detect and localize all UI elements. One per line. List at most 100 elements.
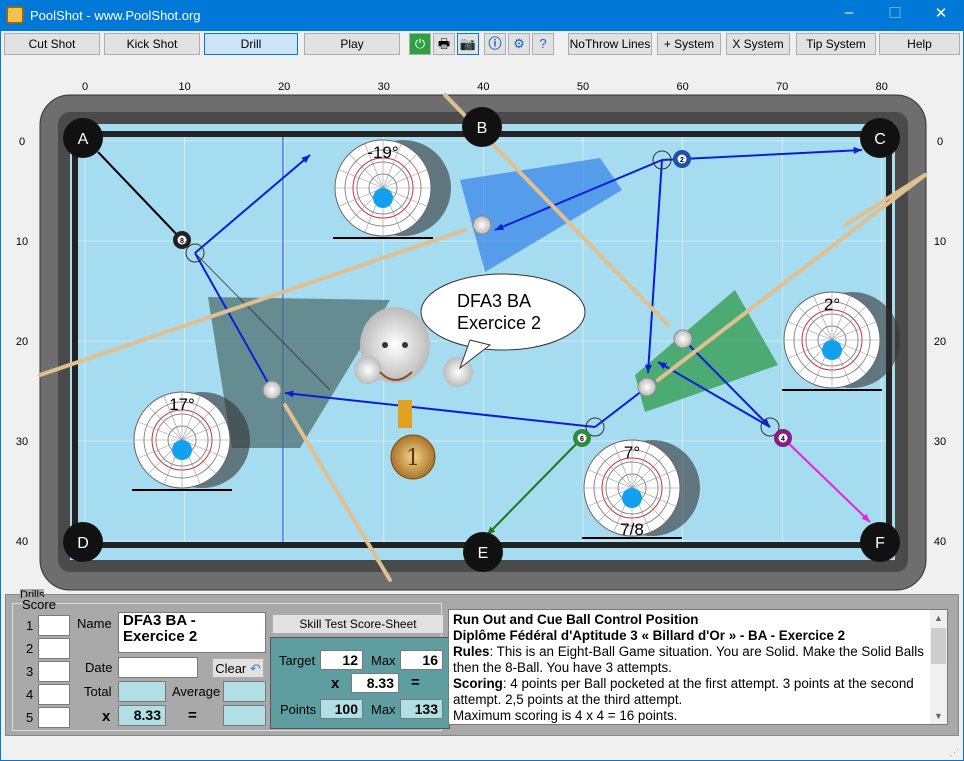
axis-label-left: 20 [16,336,28,348]
attempt-number: 5 [26,710,34,725]
title-bar: PoolShot - www.PoolShot.org – ☐ ✕ [0,0,964,31]
cue-ball [637,377,657,397]
axis-label-right: 10 [934,236,946,248]
pocket-label: D [77,535,89,552]
bubble-line-2: Exercice 2 [457,313,541,333]
attempt-score-field[interactable] [38,638,70,659]
scrollbar-thumb[interactable] [931,628,946,664]
attempt-number: 3 [26,664,34,679]
ball-number: 2 [680,157,684,164]
play-button[interactable]: Play [304,33,400,55]
tip-contact-point [822,340,842,360]
description-scrollbar[interactable]: ▲ ▼ [930,610,947,724]
pool-table[interactable]: 010♦♦20♦♦30♦♦4050♦♦60♦♦70♦♦8000101020203… [1,58,963,618]
x-system-button[interactable]: X System [726,33,790,55]
sheet-multiplier-field[interactable]: 8.33 [351,673,399,693]
medal-number: 1 [406,446,420,471]
description-subtitle: Diplôme Fédéral d'Aptitude 3 « Billard d… [453,628,846,643]
spin-diagram: 17° [132,391,250,491]
axis-label-right: 0 [937,136,943,148]
multiplier-field: 8.33 [118,705,166,726]
help-button[interactable]: Help [879,33,960,55]
tip-contact-point [172,440,192,460]
x-symbol: x [102,708,111,725]
axis-label-right: 40 [934,536,946,548]
no-throw-lines-button[interactable]: NoThrow Lines [568,33,652,55]
points-label: Points [280,702,317,717]
tip-contact-point [622,488,642,508]
scoring-label: Scoring [453,676,503,691]
undo-icon: ↶ [249,661,261,676]
print-icon[interactable]: 🖶 [433,33,455,55]
attempt-number: 1 [26,618,34,633]
kick-shot-button[interactable]: Kick Shot [104,33,200,55]
maximize-button[interactable]: ☐ [872,4,918,26]
attempt-number: 4 [26,687,34,702]
axis-label-right: 20 [934,336,946,348]
spin-diagram: 2° [782,291,900,391]
equals-symbol: = [188,707,197,724]
points-field: 100 [320,699,363,719]
date-field[interactable] [118,657,198,678]
spin-angle: 17° [169,395,195,414]
help-doc-icon[interactable]: ? [532,33,554,55]
total-field [118,681,166,702]
equals-symbol-sheet: = [411,674,420,691]
spin-angle: 2° [824,295,840,314]
settings-icon[interactable]: ⚙ [508,33,530,55]
max-label: Max [371,653,396,668]
spin-fraction: 7/8 [620,520,644,539]
tip-system-button[interactable]: Tip System [796,33,876,55]
axis-label-top: 40 [477,81,489,93]
attempt-score-field[interactable] [38,661,70,682]
score-sheet-panel: Target 12 Max 16 x 8.33 = Points 100 Max… [270,637,450,729]
power-icon[interactable]: ⏻ [409,33,431,55]
rules-body: : This is an Eight-Ball Game situation. … [453,644,924,675]
spin-angle: 7° [624,443,640,462]
pocket-label: E [478,545,489,562]
ball-number: 6 [580,436,584,443]
axis-label-left: 40 [16,536,28,548]
clear-button[interactable]: Clear ↶ [212,658,264,678]
axis-label-top: 30 [378,81,390,93]
average-field [223,681,266,702]
points-max-label: Max [371,702,396,717]
max-field[interactable]: 16 [400,650,443,670]
max-scoring-text: Maximum scoring is 4 x 4 = 16 points. [453,708,678,723]
window-title: PoolShot - www.PoolShot.org [30,8,201,23]
info-icon[interactable]: ⓘ [484,33,506,55]
points-max-field: 133 [400,699,443,719]
pocket-label: B [477,120,488,137]
axis-label-right: 30 [934,436,946,448]
pocket-label: C [874,131,886,148]
pool-table-area[interactable]: 010♦♦20♦♦30♦♦4050♦♦60♦♦70♦♦8000101020203… [1,58,963,618]
resize-grip-icon[interactable]: ⋰ [950,747,959,758]
axis-label-top: 60 [676,81,688,93]
minimize-button[interactable]: – [826,4,872,26]
attempt-score-field[interactable] [38,615,70,636]
drill-description[interactable]: Run Out and Cue Ball Control Position Di… [448,609,948,725]
app-icon [6,6,24,24]
axis-label-top: 10 [178,81,190,93]
cue-ball [673,329,693,349]
axis-label-left: 10 [16,236,28,248]
target-field[interactable]: 12 [320,650,363,670]
date-label: Date [85,660,113,675]
name-field[interactable]: DFA3 BA - Exercice 2 [118,612,266,653]
attempt-score-field[interactable] [38,707,70,728]
total-label: Total [84,684,112,699]
cut-shot-button[interactable]: Cut Shot [4,33,100,55]
attempt-score-field[interactable] [38,684,70,705]
cue-ball [262,380,282,400]
target-label: Target [279,653,316,668]
bubble-line-1: DFA3 BA [457,291,531,311]
camera-icon[interactable]: 📷 [457,33,479,55]
ball-number: 4 [781,436,785,443]
scoring-body: : 4 points per Ball pocketed at the firs… [453,676,914,707]
score-sheet-button[interactable]: Skill Test Score-Sheet [272,614,444,634]
close-button[interactable]: ✕ [918,4,964,26]
plus-system-button[interactable]: + System [657,33,721,55]
status-bar: ⋰ [1,738,963,760]
x-symbol-sheet: x [331,675,340,692]
drill-button[interactable]: Drill [204,33,298,55]
